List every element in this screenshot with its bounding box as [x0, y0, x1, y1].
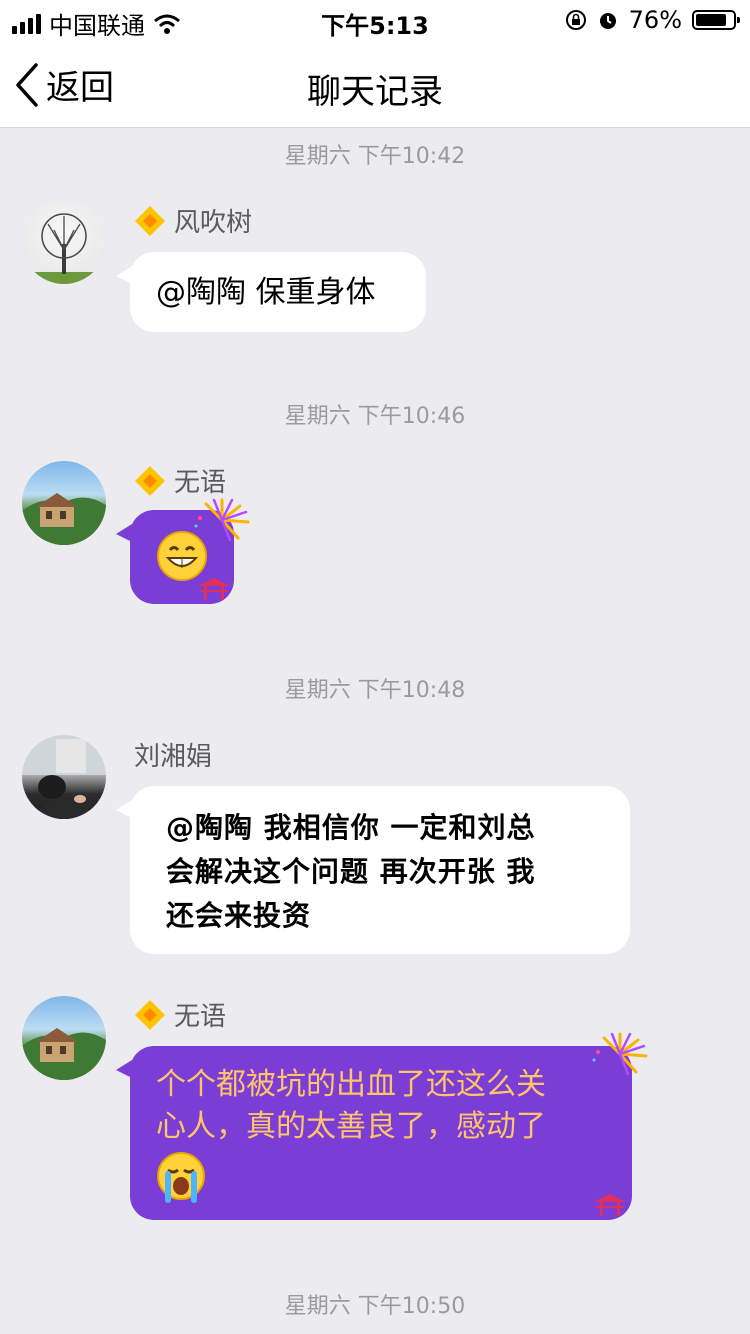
sender-row: 刘湘娟 — [134, 736, 212, 773]
message-line: 心人，真的太善良了，感动了 — [156, 1109, 546, 1144]
message-bubble[interactable]: @陶陶 我相信你 一定和刘总 会解决这个问题 再次开张 我 还会来投资 — [116, 786, 630, 954]
sender-row: 无语 — [134, 996, 226, 1033]
person-avatar[interactable] — [22, 735, 106, 819]
battery-percent: 76% — [628, 6, 682, 34]
message-text: @陶陶 保重身体 — [156, 275, 376, 310]
message-line: 会解决这个问题 再次开张 我 — [166, 855, 536, 888]
sender-row: 无语 — [134, 462, 226, 499]
firework-decoration-icon — [592, 1032, 648, 1076]
message-line: @陶陶 我相信你 一定和刘总 — [166, 811, 536, 844]
diamond-badge-icon — [135, 999, 165, 1030]
sender-name: 无语 — [174, 468, 227, 498]
page-title: 聊天记录 — [307, 72, 443, 112]
rotation-lock-icon — [565, 10, 586, 30]
pagoda-decoration-icon — [198, 578, 230, 600]
sender-name: 风吹树 — [174, 208, 253, 238]
pagoda-decoration-icon — [594, 1194, 626, 1216]
house-avatar[interactable] — [22, 996, 106, 1080]
tree-avatar[interactable] — [22, 200, 106, 284]
alarm-icon — [599, 13, 616, 29]
house-avatar[interactable] — [22, 461, 106, 545]
status-bar: 中国联通 下午5:13 76% — [0, 0, 750, 40]
message-bubble[interactable]: 个个都被坑的出血了还这么关 心人，真的太善良了，感动了 — [116, 1046, 632, 1220]
sender-name: 刘湘娟 — [134, 742, 213, 772]
timestamp: 星期六 下午10:46 — [284, 404, 466, 429]
sender-row: 风吹树 — [134, 202, 252, 239]
message-line: 个个都被坑的出血了还这么关 — [156, 1067, 546, 1102]
message-line: 还会来投资 — [166, 899, 312, 932]
timestamp: 星期六 下午10:42 — [284, 144, 466, 169]
timestamp: 星期六 下午10:50 — [284, 1294, 466, 1319]
timestamp: 星期六 下午10:48 — [284, 678, 466, 703]
firework-decoration-icon — [194, 498, 250, 542]
diamond-badge-icon — [135, 465, 165, 496]
navigation-bar: 返回 聊天记录 — [0, 40, 750, 128]
diamond-badge-icon — [135, 205, 165, 236]
sender-name: 无语 — [174, 1002, 227, 1032]
crying-emoji-icon — [157, 1152, 205, 1203]
message-bubble[interactable]: @陶陶 保重身体 — [116, 252, 426, 332]
battery-icon — [692, 10, 740, 30]
